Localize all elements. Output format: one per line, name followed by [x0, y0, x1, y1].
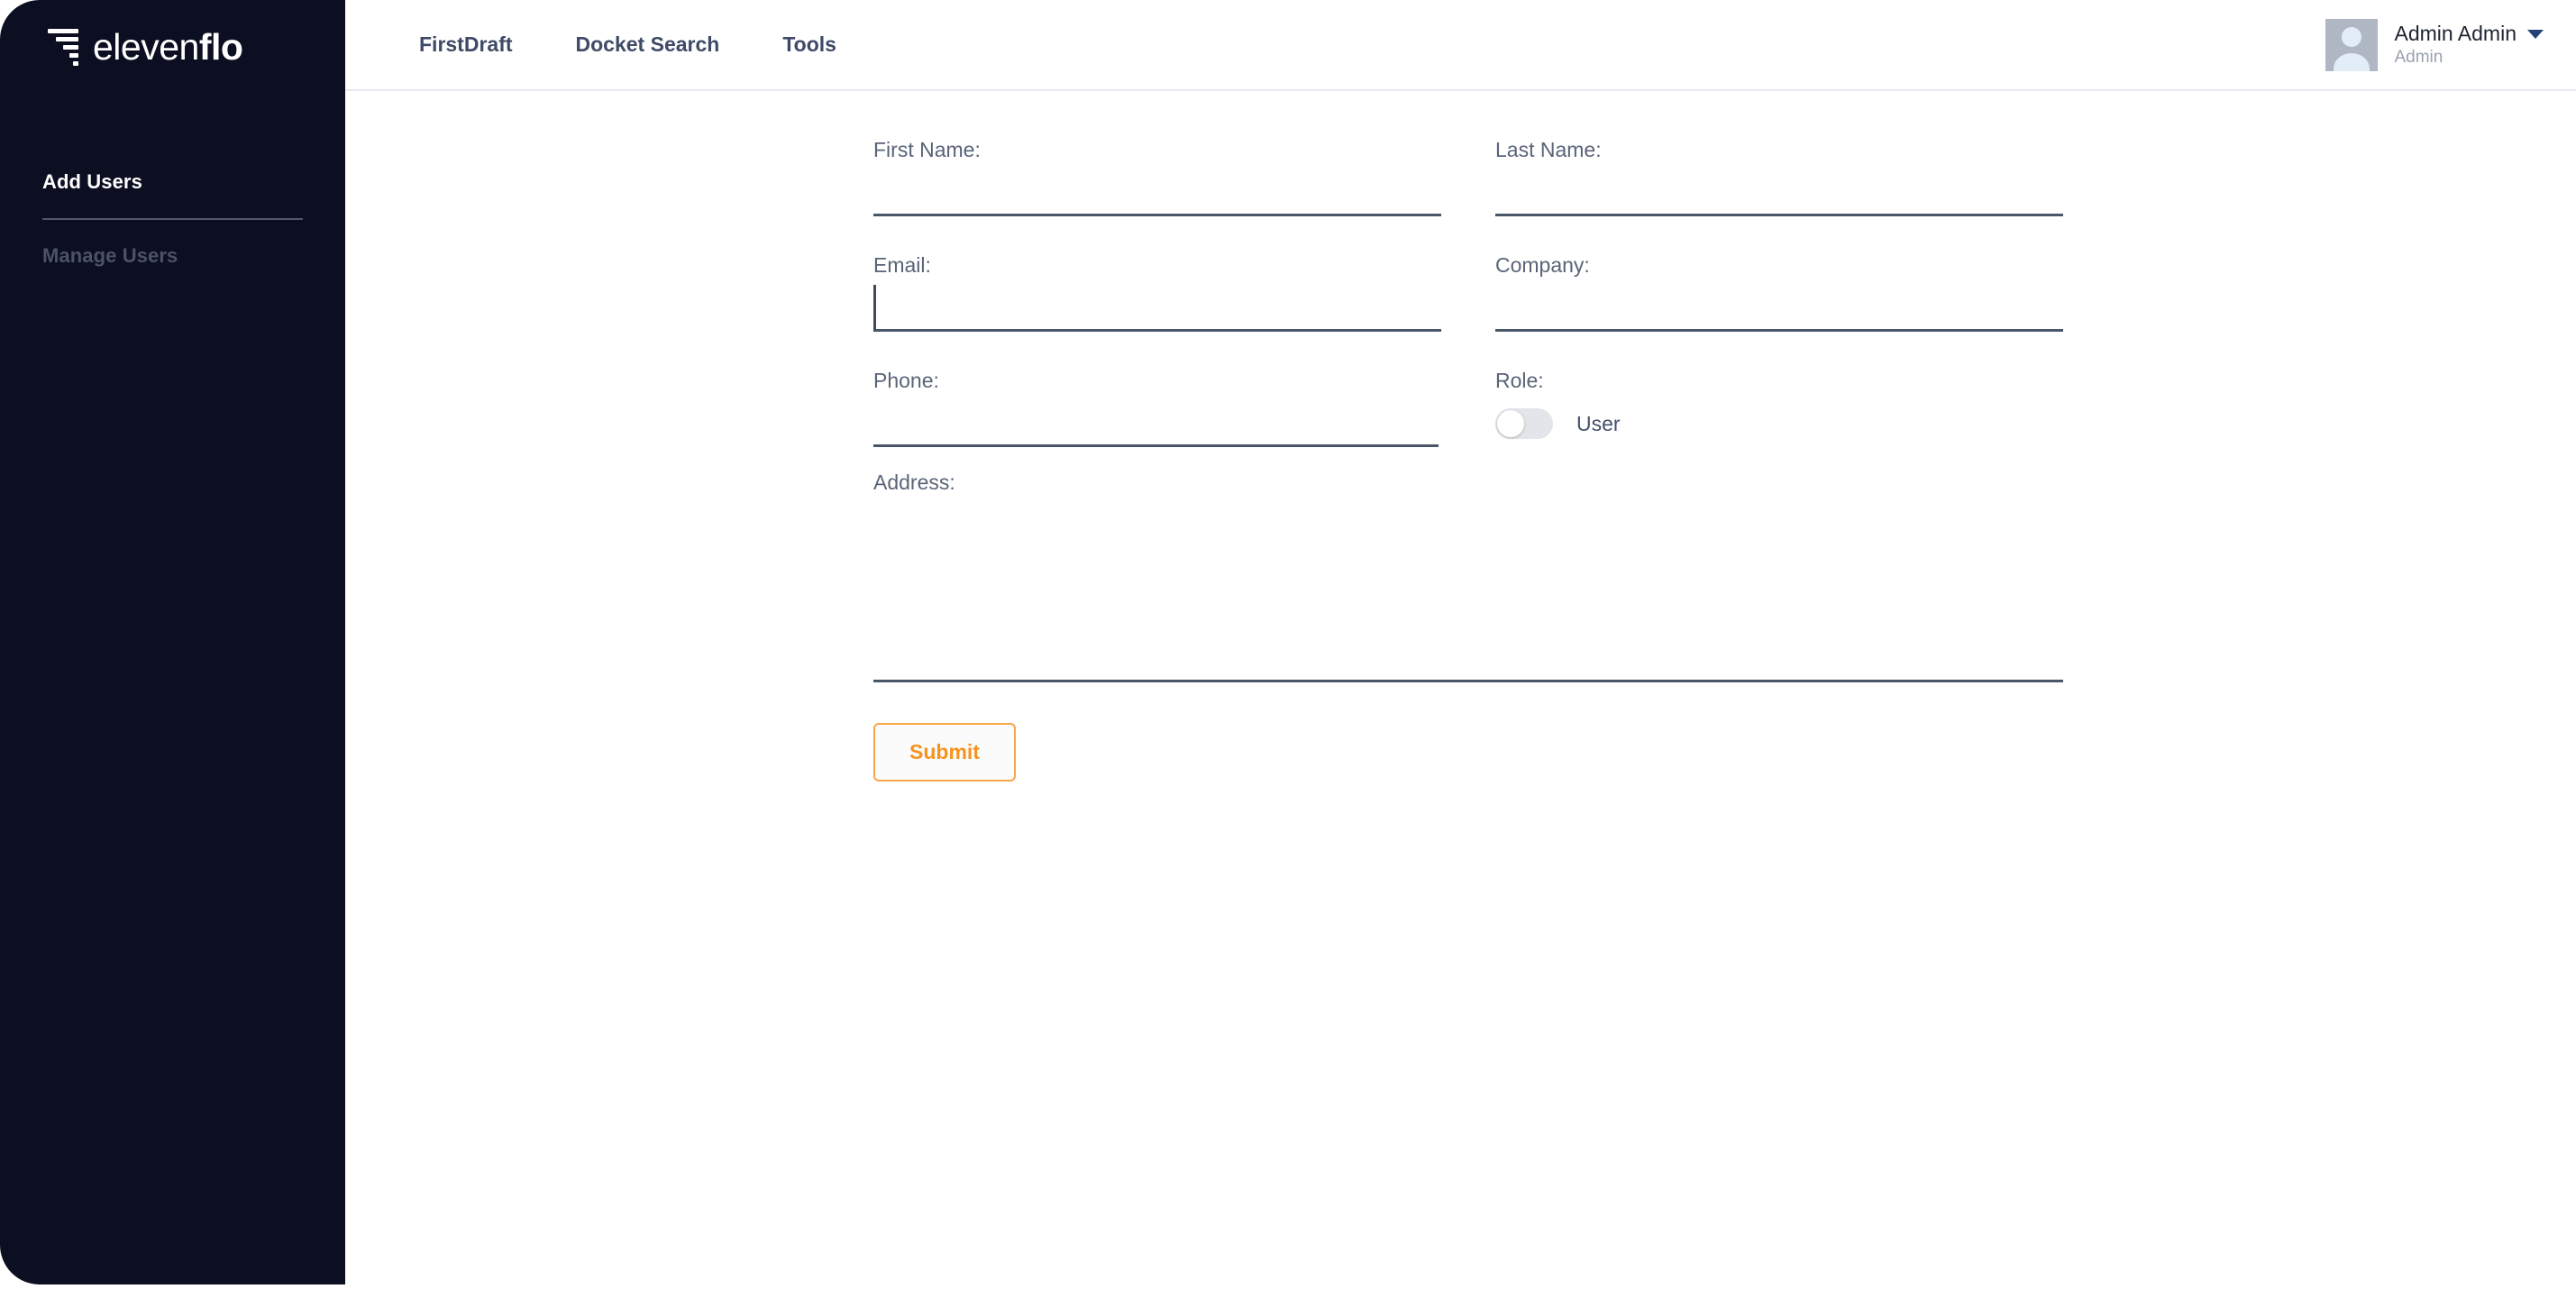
profile-text: Admin Admin Admin	[2394, 22, 2544, 68]
toggle-knob	[1497, 410, 1524, 437]
sidebar-item-manage-users[interactable]: Manage Users	[0, 234, 345, 278]
brand-name-light: eleven	[93, 25, 199, 68]
field-role: Role: User	[1495, 370, 2063, 447]
chevron-down-icon[interactable]	[2527, 29, 2544, 39]
phone-label: Phone:	[873, 369, 939, 392]
sidebar: elevenflo Add Users Manage Users	[0, 0, 345, 1284]
top-header: FirstDraft Docket Search Tools Admin Adm…	[345, 0, 2576, 91]
profile-name-row: Admin Admin	[2394, 22, 2544, 46]
role-toggle-label: User	[1576, 411, 1621, 435]
form-row-2: Email: Company:	[873, 255, 2063, 332]
sidebar-divider	[42, 218, 303, 220]
role-toggle-switch[interactable]	[1495, 408, 1553, 439]
brand-logo[interactable]: elevenflo	[42, 20, 243, 74]
field-last-name: Last Name:	[1495, 140, 2063, 216]
brand-name-bold: flo	[198, 25, 243, 68]
user-profile-menu[interactable]: Admin Admin Admin	[2325, 0, 2544, 89]
sidebar-nav: Add Users Manage Users	[0, 160, 345, 278]
sidebar-item-add-users[interactable]: Add Users	[0, 160, 345, 204]
main-content: First Name: Last Name: Email: Company: P…	[345, 91, 2576, 1289]
add-user-form: First Name: Last Name: Email: Company: P…	[873, 140, 2063, 782]
field-address: Address:	[873, 472, 2063, 682]
user-avatar-icon	[2325, 18, 2379, 71]
top-nav: FirstDraft Docket Search Tools	[388, 0, 868, 89]
role-label: Role:	[1495, 369, 1544, 392]
nav-item-tools[interactable]: Tools	[751, 32, 868, 57]
field-phone: Phone:	[873, 370, 1441, 447]
sidebar-item-label: Add Users	[42, 170, 142, 193]
phone-input[interactable]	[873, 400, 1439, 447]
form-col-left: Phone:	[873, 370, 1441, 447]
submit-button[interactable]: Submit	[873, 723, 1016, 782]
form-col-right: Last Name:	[1495, 140, 2063, 216]
form-col-left: First Name:	[873, 140, 1441, 216]
company-label: Company:	[1495, 253, 1590, 277]
profile-role: Admin	[2394, 48, 2444, 67]
app-root: elevenflo Add Users Manage Users FirstDr…	[0, 0, 2576, 1289]
role-toggle-group: User	[1495, 400, 2063, 447]
company-input[interactable]	[1495, 285, 2063, 332]
form-col-right: Company:	[1495, 255, 2063, 332]
form-row-3: Phone: Role: User	[873, 370, 2063, 447]
last-name-input[interactable]	[1495, 169, 2063, 216]
form-row-1: First Name: Last Name:	[873, 140, 2063, 216]
field-first-name: First Name:	[873, 140, 1441, 216]
address-input[interactable]	[873, 502, 2063, 682]
funnel-bars-icon	[42, 28, 80, 66]
address-label: Address:	[873, 471, 955, 494]
profile-name: Admin Admin	[2394, 22, 2517, 45]
last-name-label: Last Name:	[1495, 138, 1602, 161]
nav-item-docket-search[interactable]: Docket Search	[544, 32, 752, 57]
first-name-input[interactable]	[873, 169, 1441, 216]
email-input[interactable]	[873, 285, 1441, 332]
first-name-label: First Name:	[873, 138, 981, 161]
brand-name: elevenflo	[93, 25, 243, 68]
nav-item-firstdraft[interactable]: FirstDraft	[388, 32, 544, 57]
sidebar-item-label: Manage Users	[42, 244, 178, 267]
form-col-right: Role: User	[1495, 370, 2063, 447]
field-company: Company:	[1495, 255, 2063, 332]
email-label: Email:	[873, 253, 931, 277]
field-email: Email:	[873, 255, 1441, 332]
submit-row: Submit	[873, 723, 2063, 782]
form-col-left: Email:	[873, 255, 1441, 332]
